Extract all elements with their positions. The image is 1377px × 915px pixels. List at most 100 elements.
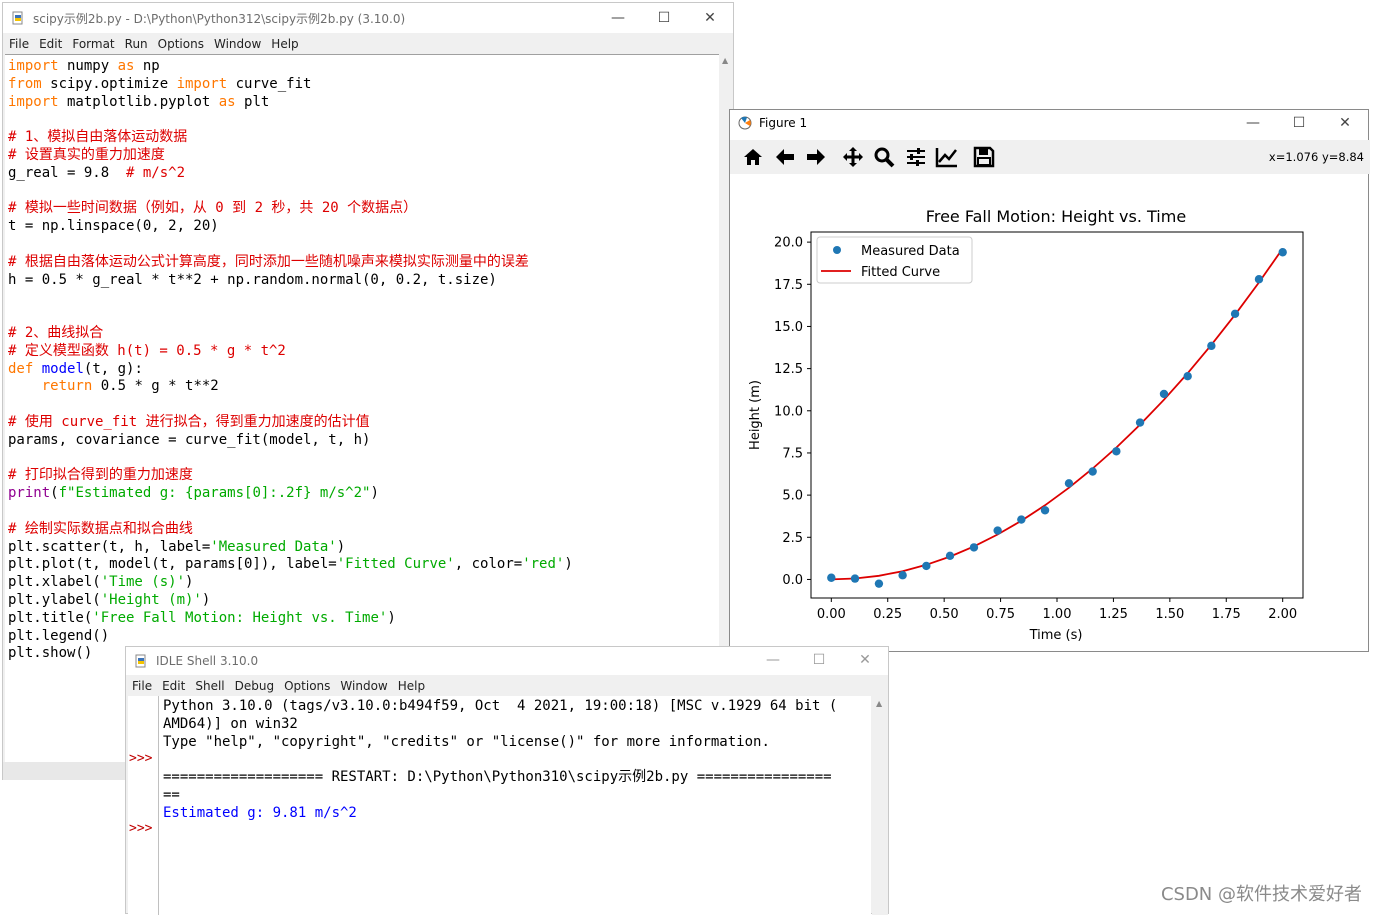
- maximize-button[interactable]: ☐: [641, 3, 687, 33]
- code-text: import numpy as np from scipy.optimize i…: [8, 58, 573, 662]
- prompt-marker: >>>: [129, 751, 153, 766]
- data-point: [1135, 418, 1145, 427]
- watermark: CSDN @软件技术爱好者: [1160, 884, 1362, 905]
- minimize-button[interactable]: —: [1230, 110, 1276, 138]
- y-tick-label: 0.0: [782, 573, 803, 588]
- zoom-icon[interactable]: [873, 146, 895, 168]
- menu-help[interactable]: Help: [398, 676, 425, 696]
- y-tick-label: 17.5: [774, 278, 803, 293]
- chart-title: Free Fall Motion: Height vs. Time: [926, 207, 1186, 226]
- python-file-icon: [12, 11, 23, 25]
- menu-run[interactable]: Run: [125, 34, 148, 54]
- pan-icon[interactable]: [842, 146, 864, 168]
- x-tick-label: 1.25: [1099, 607, 1128, 622]
- save-icon[interactable]: [973, 146, 995, 168]
- home-icon[interactable]: [742, 146, 764, 168]
- data-point: [1040, 506, 1050, 515]
- figure-title: Figure 1: [759, 116, 808, 130]
- x-tick-label: 1.50: [1155, 607, 1184, 622]
- x-tick-label: 1.75: [1212, 607, 1241, 622]
- data-point: [1088, 467, 1097, 476]
- x-axis: 0.00 0.25 0.50 0.75 1.00 1.25 1.50 1.75 2.00: [817, 598, 1297, 622]
- legend-scatter-marker: [833, 246, 841, 254]
- shell-output: Python 3.10.0 (tags/v3.10.0:b494f59, Oct…: [163, 698, 838, 821]
- data-point: [969, 543, 979, 552]
- maximize-button[interactable]: ☐: [1276, 110, 1322, 138]
- figure-toolbar: x=1.076 y=8.84: [730, 140, 1370, 174]
- menu-format[interactable]: Format: [72, 34, 114, 54]
- prompt-marker: >>>: [129, 821, 153, 836]
- data-point: [922, 561, 931, 571]
- y-axis-label: Height (m): [748, 380, 763, 450]
- y-tick-label: 7.5: [782, 446, 803, 461]
- matplotlib-icon: [738, 116, 752, 130]
- data-point: [1278, 248, 1287, 257]
- shell-text-area[interactable]: Python 3.10.0 (tags/v3.10.0:b494f59, Oct…: [159, 696, 871, 915]
- data-point: [1017, 515, 1026, 524]
- y-tick-label: 20.0: [774, 236, 803, 251]
- legend-measured-data: Measured Data: [861, 244, 960, 259]
- data-point: [898, 571, 907, 580]
- shell-menubar: File Edit Shell Debug Options Window Help: [126, 676, 888, 696]
- data-point: [1230, 309, 1240, 319]
- data-point: [1064, 479, 1074, 488]
- close-button[interactable]: ✕: [1322, 110, 1368, 138]
- close-button[interactable]: ✕: [842, 647, 888, 675]
- figure-window: Figure 1 — ☐ ✕ x=1.076 y=8.84 Free Fall …: [729, 109, 1370, 652]
- shell-prompt-gutter: >>> >>>: [128, 696, 159, 915]
- menu-file[interactable]: File: [132, 676, 152, 696]
- data-point: [945, 551, 955, 561]
- editor-title: scipy示例2b.py - D:\Python\Python312\scipy…: [33, 12, 406, 26]
- menu-options[interactable]: Options: [284, 676, 330, 696]
- menu-options[interactable]: Options: [158, 34, 204, 54]
- legend-fitted-curve: Fitted Curve: [861, 265, 940, 280]
- data-point: [1112, 447, 1121, 456]
- x-tick-label: 2.00: [1268, 607, 1297, 622]
- minimize-button[interactable]: —: [595, 3, 641, 33]
- scroll-up-arrow[interactable]: ▲: [722, 56, 728, 65]
- shell-titlebar[interactable]: IDLE Shell 3.10.0 — ☐ ✕: [126, 647, 888, 675]
- data-point: [1159, 389, 1169, 399]
- shell-title: IDLE Shell 3.10.0: [156, 654, 259, 668]
- y-tick-label: 2.5: [782, 531, 803, 546]
- x-tick-label: 0.50: [930, 607, 959, 622]
- data-point: [1207, 341, 1216, 351]
- y-tick-label: 10.0: [774, 404, 803, 419]
- subplots-icon[interactable]: [905, 146, 927, 168]
- data-point: [850, 574, 860, 583]
- data-point: [1254, 275, 1264, 284]
- close-button[interactable]: ✕: [687, 3, 733, 33]
- minimize-button[interactable]: —: [750, 647, 796, 675]
- menu-window[interactable]: Window: [340, 676, 387, 696]
- scroll-up-arrow[interactable]: ▲: [876, 699, 882, 708]
- maximize-button[interactable]: ☐: [796, 647, 842, 675]
- plot-canvas[interactable]: Free Fall Motion: Height vs. Time 0.0 2.5…: [730, 175, 1368, 651]
- menu-debug[interactable]: Debug: [235, 676, 274, 696]
- x-tick-label: 0.75: [986, 607, 1015, 622]
- editor-menubar: File Edit Format Run Options Window Help: [3, 34, 733, 54]
- x-tick-label: 1.00: [1043, 607, 1072, 622]
- y-tick-label: 15.0: [774, 320, 803, 335]
- shell-window: IDLE Shell 3.10.0 — ☐ ✕ File Edit Shell Deb…: [125, 646, 889, 915]
- axes-edit-icon[interactable]: [935, 146, 959, 168]
- data-point: [874, 579, 884, 588]
- cursor-coordinates: x=1.076 y=8.84: [1268, 150, 1364, 164]
- menu-window[interactable]: Window: [214, 34, 261, 54]
- back-icon[interactable]: [774, 146, 796, 168]
- figure-titlebar[interactable]: Figure 1 — ☐ ✕: [730, 110, 1368, 138]
- data-point: [1183, 372, 1192, 381]
- menu-file[interactable]: File: [9, 34, 29, 54]
- menu-shell[interactable]: Shell: [195, 676, 224, 696]
- plot-area: [810, 231, 1304, 599]
- menu-edit[interactable]: Edit: [39, 34, 62, 54]
- y-axis: 0.0 2.5 5.0 7.5 10.0 12.5 15.0 17.5 20.0: [774, 236, 811, 588]
- x-axis-label: Time (s): [1029, 628, 1083, 643]
- y-tick-label: 12.5: [774, 362, 803, 377]
- x-tick-label: 0.25: [873, 607, 902, 622]
- editor-titlebar[interactable]: scipy示例2b.py - D:\Python\Python312\scipy…: [3, 3, 733, 33]
- menu-help[interactable]: Help: [271, 34, 298, 54]
- data-point: [827, 573, 836, 582]
- shell-scrollbar[interactable]: ▲: [872, 696, 888, 915]
- menu-edit[interactable]: Edit: [162, 676, 185, 696]
- forward-icon[interactable]: [805, 146, 827, 168]
